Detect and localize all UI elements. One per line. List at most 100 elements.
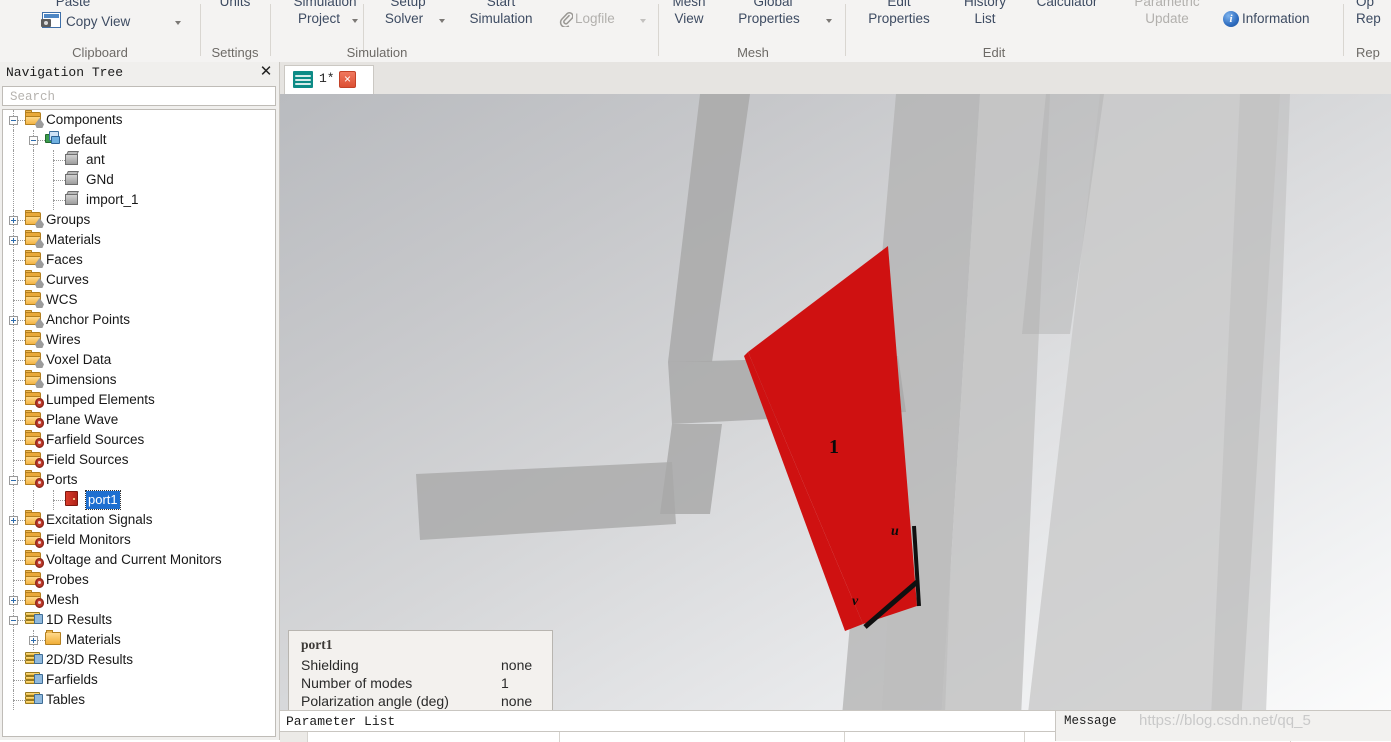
tree-item[interactable]: Voltage and Current Monitors — [3, 550, 275, 570]
tree-item[interactable]: Tables — [3, 690, 275, 710]
parametric-update-button[interactable]: Update — [1116, 11, 1218, 26]
tree-expander-minus-icon[interactable] — [9, 615, 18, 625]
tree-item[interactable]: Materials — [3, 230, 275, 250]
folder-icon — [25, 370, 44, 388]
tree-item[interactable]: Wires — [3, 330, 275, 350]
tree-item[interactable]: Plane Wave — [3, 410, 275, 430]
search-box[interactable] — [2, 86, 276, 106]
tree-item[interactable]: Components — [3, 110, 275, 130]
paste-button[interactable]: Paste — [38, 0, 108, 9]
op-button[interactable]: Op — [1356, 0, 1391, 9]
logfile-chevron-down-icon[interactable] — [640, 19, 646, 23]
global-properties-line1[interactable]: Global — [718, 0, 828, 9]
tree-item[interactable]: Field Monitors — [3, 530, 275, 550]
setup-solver-button[interactable]: Solver — [367, 11, 441, 26]
port-info-label-modes: Number of modes — [301, 675, 413, 691]
tree-item[interactable]: Curves — [3, 270, 275, 290]
message-panel-title: Message — [1064, 714, 1117, 728]
tree-item[interactable]: port1 — [3, 490, 275, 510]
cst-studio-window: Paste Copy View Clipboard Units Settings… — [0, 0, 1391, 742]
search-input[interactable] — [8, 88, 270, 106]
information-button[interactable]: Information — [1242, 11, 1346, 26]
history-list-button[interactable]: List — [952, 11, 1018, 26]
tree-item[interactable]: Farfields — [3, 670, 275, 690]
tree-item[interactable]: Anchor Points — [3, 310, 275, 330]
tree-item[interactable]: Materials — [3, 630, 275, 650]
report-button[interactable]: Rep — [1356, 11, 1391, 26]
tree-expander-plus-icon[interactable] — [9, 235, 18, 245]
tree-item[interactable]: Faces — [3, 250, 275, 270]
results-icon — [25, 612, 43, 626]
tree-item[interactable]: Excitation Signals — [3, 510, 275, 530]
tree-expander-plus-icon[interactable] — [9, 595, 18, 605]
tree-item[interactable]: Farfield Sources — [3, 430, 275, 450]
start-simulation-line1[interactable]: Start — [447, 0, 555, 9]
tree-item-label: Curves — [46, 272, 89, 287]
edit-properties-line1[interactable]: Edit — [848, 0, 950, 9]
tree-item[interactable]: ant — [3, 150, 275, 170]
tree-item[interactable]: WCS — [3, 290, 275, 310]
tree-connector — [13, 130, 14, 150]
tree-connector — [33, 170, 34, 190]
mesh-view-button[interactable]: View — [660, 11, 718, 26]
tree-item[interactable]: default — [3, 130, 275, 150]
tree-item[interactable]: 1D Results — [3, 610, 275, 630]
tree-item[interactable]: Dimensions — [3, 370, 275, 390]
tree-connector — [13, 560, 25, 561]
tree-item[interactable]: Ports — [3, 470, 275, 490]
setup-solver-chevron-down-icon[interactable] — [439, 19, 445, 23]
units-button[interactable]: Units — [201, 0, 269, 9]
tree-item[interactable]: Mesh — [3, 590, 275, 610]
parametric-update-line1[interactable]: Parametric — [1116, 0, 1218, 9]
global-properties-button[interactable]: Properties — [714, 11, 824, 26]
information-icon: i — [1223, 11, 1239, 27]
tree-expander-minus-icon[interactable] — [9, 475, 18, 485]
tree-item[interactable]: Lumped Elements — [3, 390, 275, 410]
grid-row-header[interactable] — [280, 732, 308, 742]
folder-icon — [25, 550, 44, 568]
results-icon — [25, 652, 43, 666]
tree-item-label: 2D/3D Results — [46, 652, 134, 667]
tree-item[interactable]: import_1 — [3, 190, 275, 210]
setup-solver-line1[interactable]: Setup — [371, 0, 445, 9]
tree-expander-minus-icon[interactable] — [9, 115, 18, 125]
tree-expander-plus-icon[interactable] — [29, 635, 38, 645]
copy-view-button[interactable]: Copy View — [66, 14, 166, 29]
document-tab[interactable]: 1* × — [284, 65, 374, 94]
folder-icon — [25, 430, 44, 448]
tree-expander-plus-icon[interactable] — [9, 515, 18, 525]
grid-column-name[interactable] — [308, 732, 560, 742]
grid-column-expression[interactable] — [560, 732, 845, 742]
solid-icon — [65, 151, 80, 166]
tree-item[interactable]: 2D/3D Results — [3, 650, 275, 670]
close-icon[interactable]: ✕ — [259, 64, 273, 79]
tree-item[interactable]: GNd — [3, 170, 275, 190]
copy-view-chevron-down-icon[interactable] — [175, 21, 181, 25]
global-properties-chevron-down-icon[interactable] — [826, 19, 832, 23]
close-icon[interactable]: × — [339, 71, 356, 88]
history-list-line1[interactable]: History — [952, 0, 1018, 9]
3d-viewport[interactable]: 1 u v port1 Shielding none Number of mod… — [280, 94, 1391, 739]
tree-item[interactable]: Probes — [3, 570, 275, 590]
navigation-tree[interactable]: Components default ant GNd import_1 Groups Mat… — [2, 109, 276, 737]
calculator-button[interactable]: Calculator — [1020, 0, 1114, 9]
tree-item[interactable]: Groups — [3, 210, 275, 230]
simulation-project-chevron-down-icon[interactable] — [352, 19, 358, 23]
start-simulation-button[interactable]: Simulation — [447, 11, 555, 26]
grid-column-value[interactable] — [845, 732, 1025, 742]
edit-properties-button[interactable]: Properties — [848, 11, 950, 26]
tree-item[interactable]: Voxel Data — [3, 350, 275, 370]
ribbon-divider — [658, 4, 659, 56]
tree-item[interactable]: Field Sources — [3, 450, 275, 470]
mesh-view-line1[interactable]: Mesh — [660, 0, 718, 9]
tree-expander-plus-icon[interactable] — [9, 315, 18, 325]
tree-connector — [13, 420, 25, 421]
navigation-tree-panel: Navigation Tree ✕ Components default ant GN… — [0, 62, 280, 740]
tree-connector — [13, 630, 14, 650]
waves-icon — [293, 71, 313, 88]
logfile-button[interactable]: Logfile — [575, 11, 637, 26]
tree-expander-plus-icon[interactable] — [9, 215, 18, 225]
tree-connector — [13, 190, 14, 210]
tree-connector — [13, 300, 25, 301]
tree-expander-minus-icon[interactable] — [29, 135, 38, 145]
